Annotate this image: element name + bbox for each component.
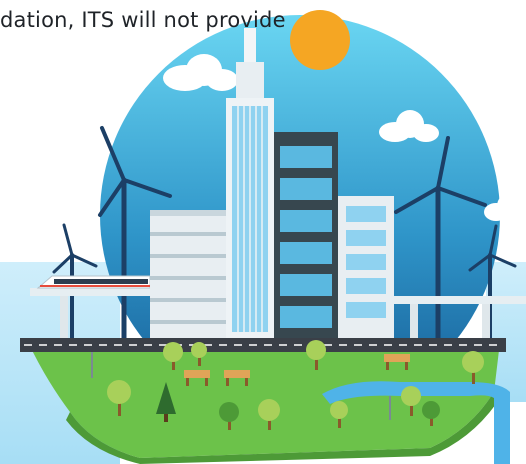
train-icon [36,275,151,289]
building-left [150,210,230,340]
caption-text: dation, ITS will not provide [0,8,286,32]
rail-bridge [390,296,526,304]
building-right [338,196,394,340]
smart-city-illustration [0,10,526,464]
sun-icon [290,10,350,70]
building-dark [274,132,338,340]
